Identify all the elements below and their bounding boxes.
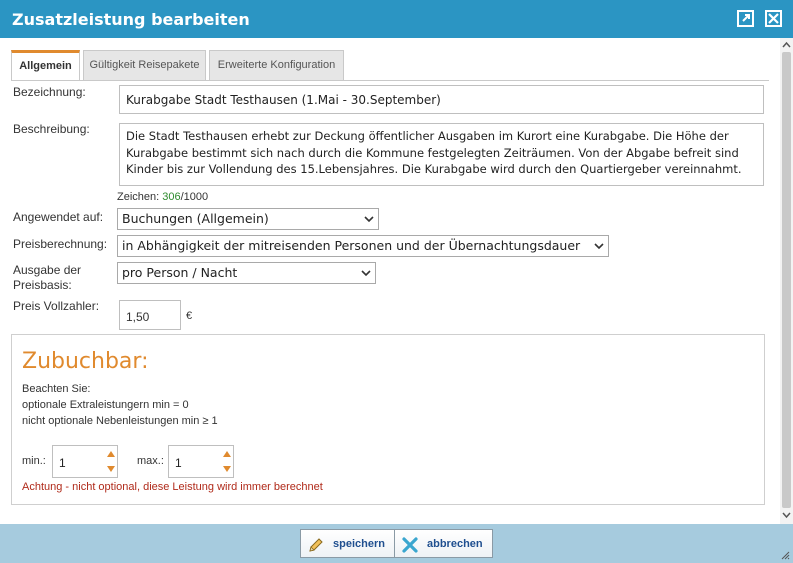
character-max: /1000 xyxy=(180,191,209,203)
zubuchbar-panel: Zubuchbar: Beachten Sie: optionale Extra… xyxy=(11,334,765,505)
tab-erweiterte-konfiguration[interactable]: Erweiterte Konfiguration xyxy=(209,50,344,80)
character-counter: Zeichen: 306/1000 xyxy=(117,191,208,203)
preis-input[interactable]: 1,50 xyxy=(119,300,181,330)
resize-grip-icon[interactable] xyxy=(780,550,790,560)
angewendet-select[interactable]: Buchungen (Allgemein) xyxy=(117,208,379,230)
pencil-icon xyxy=(309,538,323,552)
close-button[interactable] xyxy=(765,10,782,27)
save-button[interactable]: speichern xyxy=(300,529,395,558)
angewendet-value: Buchungen (Allgemein) xyxy=(122,211,269,226)
beschreibung-textarea[interactable]: Die Stadt Testhausen erhebt zur Deckung … xyxy=(119,123,764,186)
increment-icon[interactable] xyxy=(106,449,116,458)
max-value: 1 xyxy=(175,456,182,470)
scroll-up-icon[interactable] xyxy=(782,41,791,50)
tab-gueltigkeit-reisepakete[interactable]: Gültigkeit Reisepakete xyxy=(83,50,206,80)
character-count: 306 xyxy=(162,191,181,203)
character-counter-label: Zeichen: xyxy=(117,191,160,203)
chevron-down-icon xyxy=(361,270,371,277)
dialog-title: Zusatzleistung bearbeiten xyxy=(12,10,250,29)
chevron-down-icon xyxy=(594,243,604,250)
preisberechnung-value: in Abhängigkeit der mitreisenden Persone… xyxy=(122,238,581,253)
zubuchbar-title: Zubuchbar: xyxy=(22,349,149,374)
tab-divider xyxy=(11,80,769,81)
ausgabe-label-line1: Ausgabe der xyxy=(13,263,82,277)
cancel-x-icon xyxy=(402,537,418,553)
scroll-down-icon[interactable] xyxy=(782,510,791,519)
cancel-button-label: abbrechen xyxy=(427,538,483,550)
dialog-footer: speichern abbrechen xyxy=(0,524,793,563)
bezeichnung-input[interactable]: Kurabgabe Stadt Testhausen (1.Mai - 30.S… xyxy=(119,85,764,114)
min-value: 1 xyxy=(59,456,66,470)
max-stepper-buttons xyxy=(219,446,234,477)
ausgabe-preisbasis-select[interactable]: pro Person / Nacht xyxy=(117,262,376,284)
scrollbar-thumb[interactable] xyxy=(782,52,791,508)
vertical-scrollbar[interactable] xyxy=(780,38,793,524)
ausgabe-label-line2: Preisbasis: xyxy=(13,278,72,292)
max-label: max.: xyxy=(137,455,164,467)
ausgabe-label: Ausgabe der Preisbasis: xyxy=(13,263,81,293)
chevron-down-icon xyxy=(364,216,374,223)
currency-symbol: € xyxy=(186,310,193,322)
cancel-button[interactable]: abbrechen xyxy=(394,529,493,558)
preisberechnung-select[interactable]: in Abhängigkeit der mitreisenden Persone… xyxy=(117,235,609,257)
maximize-button[interactable] xyxy=(737,10,754,27)
dialog-content: Allgemein Gültigkeit Reisepakete Erweite… xyxy=(0,38,780,524)
maximize-icon xyxy=(742,14,750,22)
zubuchbar-note-required: nicht optionale Nebenleistungen min ≥ 1 xyxy=(22,415,218,427)
decrement-icon[interactable] xyxy=(222,465,232,474)
beschreibung-label: Beschreibung: xyxy=(13,122,90,136)
max-stepper[interactable]: 1 xyxy=(168,445,234,478)
save-button-label: speichern xyxy=(333,538,385,550)
bezeichnung-label: Bezeichnung: xyxy=(13,85,86,99)
decrement-icon[interactable] xyxy=(106,465,116,474)
dialog-titlebar: Zusatzleistung bearbeiten xyxy=(0,0,793,38)
min-label: min.: xyxy=(22,455,46,467)
min-stepper-buttons xyxy=(103,446,118,477)
zubuchbar-note-optional: optionale Extraleistungern min = 0 xyxy=(22,399,189,411)
close-icon xyxy=(768,13,779,24)
preisberechnung-label: Preisberechnung: xyxy=(13,237,108,251)
zubuchbar-note-heading: Beachten Sie: xyxy=(22,383,91,395)
warning-message: Achtung - nicht optional, diese Leistung… xyxy=(22,481,323,493)
min-stepper[interactable]: 1 xyxy=(52,445,118,478)
preis-label: Preis Vollzahler: xyxy=(13,299,100,313)
ausgabe-value: pro Person / Nacht xyxy=(122,265,238,280)
tab-allgemein[interactable]: Allgemein xyxy=(11,50,80,81)
increment-icon[interactable] xyxy=(222,449,232,458)
angewendet-label: Angewendet auf: xyxy=(13,210,104,224)
